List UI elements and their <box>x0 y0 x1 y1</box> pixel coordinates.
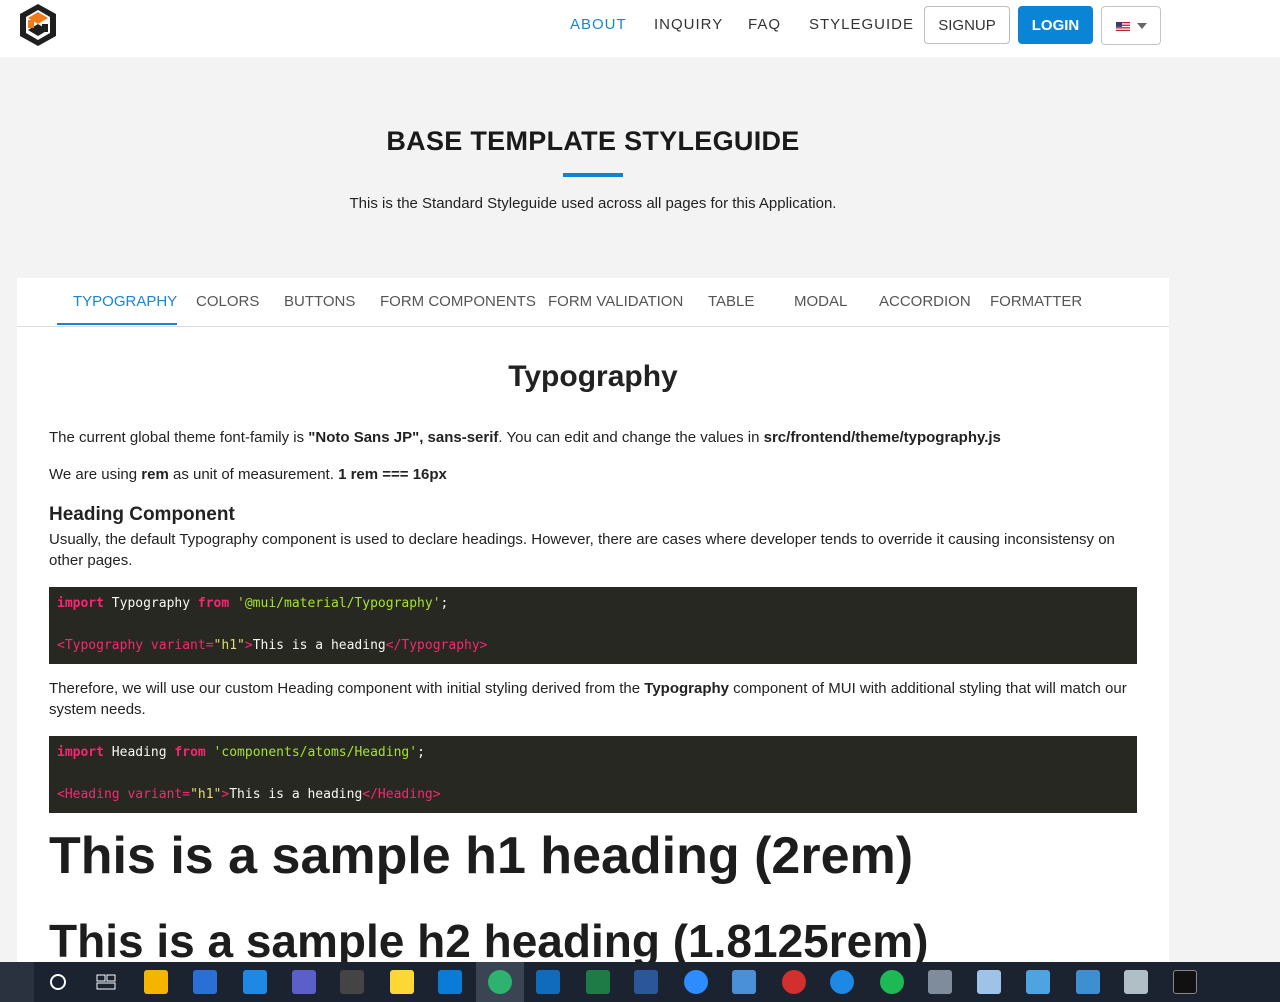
tab-form-validation[interactable]: FORM VALIDATION <box>548 293 683 310</box>
title-underline <box>563 173 623 177</box>
nav-about[interactable]: ABOUT <box>570 16 627 33</box>
login-button[interactable]: LOGIN <box>1018 6 1093 44</box>
app-logo-icon[interactable] <box>16 2 60 48</box>
code-line: <Typography variant="h1">This is a headi… <box>57 638 488 653</box>
word-icon[interactable] <box>634 970 658 994</box>
sticky-notes-icon[interactable] <box>390 970 414 994</box>
code-line: import Typography from '@mui/material/Ty… <box>57 596 449 611</box>
sample-h2-heading: This is a sample h2 heading (1.8125rem) <box>49 915 929 967</box>
start-area[interactable] <box>0 962 34 1002</box>
therefore-pre: Therefore, we will use our custom Headin… <box>49 680 645 697</box>
chevron-down-icon <box>1137 23 1147 29</box>
tab-typography[interactable]: TYPOGRAPHY <box>73 293 177 310</box>
tab-table[interactable]: TABLE <box>708 293 754 310</box>
zoom-icon[interactable] <box>684 970 708 994</box>
top-navbar: ABOUT INQUIRY FAQ STYLEGUIDE SIGNUP LOGI… <box>0 0 1280 57</box>
styleguide-tabs: TYPOGRAPHY COLORS BUTTONS FORM COMPONENT… <box>17 278 1169 327</box>
snip-icon[interactable] <box>782 970 806 994</box>
unit-name: rem <box>141 466 169 483</box>
onedrive-icon[interactable] <box>830 970 854 994</box>
tab-accordion[interactable]: ACCORDION <box>879 293 971 310</box>
device-icon[interactable] <box>1124 970 1148 994</box>
terminal-icon[interactable] <box>340 970 364 994</box>
code-block-typography: import Typography from '@mui/material/Ty… <box>49 587 1137 664</box>
calculator-icon[interactable] <box>928 970 952 994</box>
code-line: <Heading variant="h1">This is a heading<… <box>57 787 441 802</box>
code-line: import Heading from 'components/atoms/He… <box>57 745 425 760</box>
unit-text: We are using rem as unit of measurement.… <box>49 464 447 485</box>
notepad-icon[interactable] <box>977 970 1001 994</box>
nav-styleguide[interactable]: STYLEGUIDE <box>809 16 914 33</box>
cmd-icon[interactable] <box>1173 970 1197 994</box>
teams-icon[interactable] <box>292 970 316 994</box>
font-line-mid: . You can edit and change the values in <box>498 429 764 446</box>
excel-icon[interactable] <box>586 970 610 994</box>
section-title: Typography <box>508 360 678 393</box>
styleguide-card: TYPOGRAPHY COLORS BUTTONS FORM COMPONENT… <box>17 278 1169 968</box>
windows-taskbar <box>0 962 1280 1002</box>
font-family-text: The current global theme font-family is … <box>49 427 1001 448</box>
font-name: "Noto Sans JP", sans-serif <box>308 429 499 446</box>
signup-button[interactable]: SIGNUP <box>924 6 1010 44</box>
tab-colors[interactable]: COLORS <box>196 293 259 310</box>
heading-component-title: Heading Component <box>49 504 235 525</box>
edge-icon[interactable] <box>488 970 512 994</box>
nav-inquiry[interactable]: INQUIRY <box>654 16 723 33</box>
therefore-bold: Typography <box>644 680 730 697</box>
heading-component-desc: Usually, the default Typography componen… <box>49 531 1115 569</box>
mail-icon[interactable] <box>243 970 267 994</box>
task-view-icon[interactable] <box>94 970 118 994</box>
outlook-icon[interactable] <box>536 970 560 994</box>
vscode-icon[interactable] <box>438 970 462 994</box>
nav-faq[interactable]: FAQ <box>748 16 781 33</box>
remote-desktop-icon[interactable] <box>732 970 756 994</box>
us-flag-icon <box>1116 22 1130 31</box>
code-block-heading: import Heading from 'components/atoms/He… <box>49 736 1137 813</box>
tab-form-components[interactable]: FORM COMPONENTS <box>380 293 536 310</box>
page-title: BASE TEMPLATE STYLEGUIDE <box>386 126 800 156</box>
spotify-icon[interactable] <box>880 970 904 994</box>
store-icon[interactable] <box>193 970 217 994</box>
tab-modal[interactable]: MODAL <box>794 293 847 310</box>
settings-icon[interactable] <box>1026 970 1050 994</box>
network-icon[interactable] <box>1076 970 1100 994</box>
font-line-pre: The current global theme font-family is <box>49 429 309 446</box>
language-select[interactable] <box>1101 6 1161 45</box>
unit-line-mid: as unit of measurement. <box>168 466 339 483</box>
sample-h1-heading: This is a sample h1 heading (2rem) <box>49 827 914 885</box>
page-subtitle: This is the Standard Styleguide used acr… <box>349 195 837 212</box>
active-tab-indicator <box>57 323 177 325</box>
tab-formatter[interactable]: FORMATTER <box>990 293 1082 310</box>
unit-equation: 1 rem === 16px <box>338 466 447 483</box>
search-icon[interactable] <box>50 974 66 990</box>
therefore-text: Therefore, we will use our custom Headin… <box>49 678 1139 720</box>
unit-line-pre: We are using <box>49 466 142 483</box>
theme-file-path: src/frontend/theme/typography.js <box>763 429 1001 446</box>
tab-buttons[interactable]: BUTTONS <box>284 293 355 310</box>
file-explorer-icon[interactable] <box>144 970 168 994</box>
